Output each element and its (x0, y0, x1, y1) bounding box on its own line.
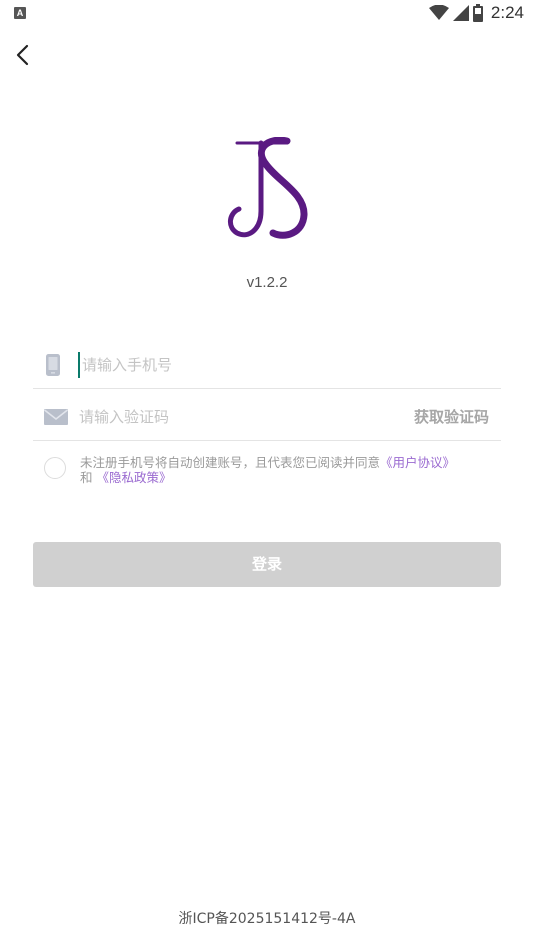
phone-field-row (33, 340, 501, 389)
status-time: 2:24 (490, 3, 524, 22)
code-input[interactable] (79, 404, 379, 430)
user-agreement-link[interactable]: 《用户协议》 (380, 455, 455, 470)
app-logo (228, 137, 308, 239)
agreement-text: 未注册手机号将自动创建账号，且代表您已阅读并同意《用户协议》 和 《隐私政策》 (80, 455, 490, 485)
status-bar: A 2:24 (0, 0, 534, 28)
status-right-group: 2:24 (428, 3, 524, 23)
icp-footer: 浙ICP备2025151412号-4A (178, 911, 356, 927)
chevron-left-icon (16, 44, 29, 66)
privacy-policy-link[interactable]: 《隐私政策》 (97, 470, 172, 485)
agreement-checkbox[interactable] (44, 457, 66, 479)
get-code-button[interactable]: 获取验证码 (414, 406, 489, 427)
agreement-statement: 未注册手机号将自动创建账号，且代表您已阅读并同意 (80, 455, 381, 470)
notification-a-icon: A (14, 7, 26, 19)
login-button[interactable]: 登录 (33, 542, 501, 587)
phone-icon (46, 354, 60, 376)
back-button[interactable] (10, 40, 38, 70)
agreement-and: 和 (80, 470, 93, 485)
phone-input[interactable] (78, 352, 482, 378)
mail-icon (44, 409, 68, 425)
app-version: v1.2.2 (246, 274, 288, 291)
code-field-row: 获取验证码 (33, 392, 501, 441)
wifi-icon (428, 5, 449, 20)
battery-icon (472, 4, 483, 22)
cell-signal-icon (452, 5, 469, 21)
